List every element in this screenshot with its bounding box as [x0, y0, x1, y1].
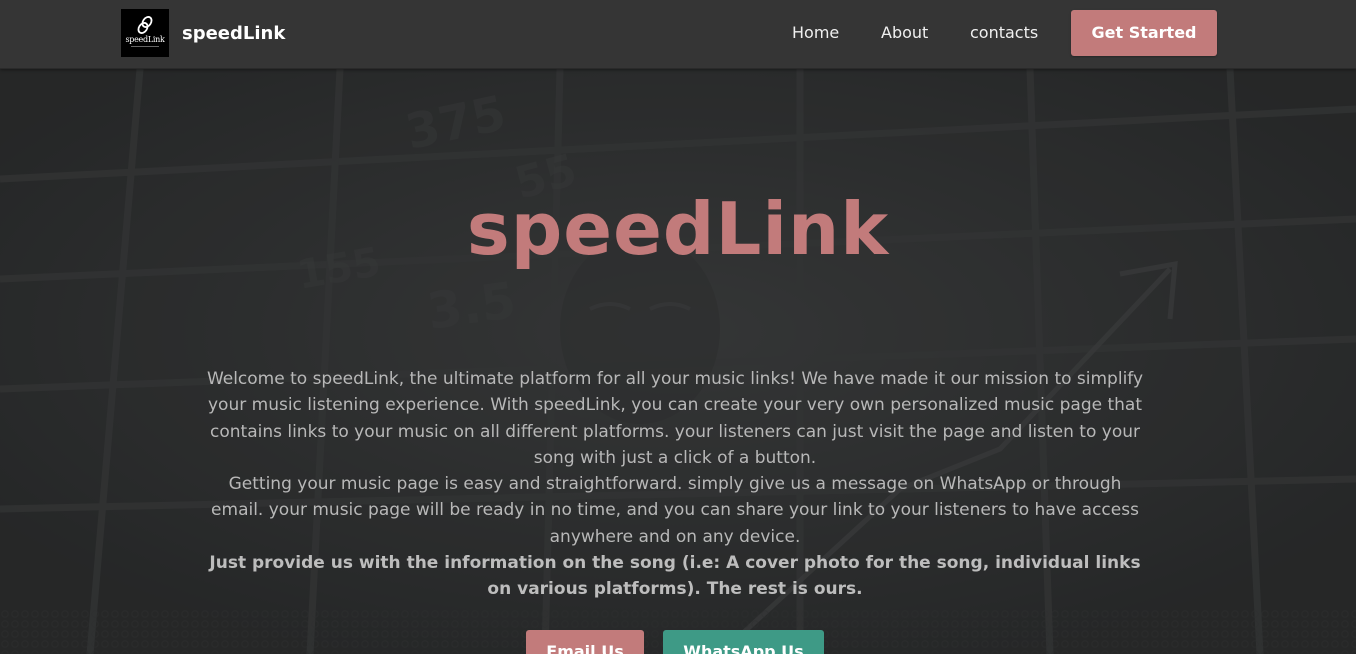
brand-logo: speedLink	[121, 9, 169, 57]
link-icon	[137, 16, 153, 34]
nav-link-about[interactable]: About	[881, 23, 928, 42]
email-us-button[interactable]: Email Us	[526, 630, 644, 654]
get-started-button[interactable]: Get Started	[1071, 10, 1217, 56]
hero-paragraph-requirements: Just provide us with the information on …	[209, 553, 1141, 600]
logo-underline	[131, 46, 159, 47]
brand-link[interactable]: speedLink speedLink	[121, 9, 285, 57]
nav-link-contacts[interactable]: contacts	[970, 23, 1038, 42]
whatsapp-us-button[interactable]: WhatsApp Us	[663, 630, 824, 654]
nav-link-home[interactable]: Home	[792, 23, 839, 42]
hero-paragraph-getting-started: Getting your music page is easy and stra…	[211, 474, 1139, 547]
logo-text: speedLink	[125, 35, 165, 44]
brand-name: speedLink	[182, 22, 286, 44]
hero-title: speedLink	[466, 187, 890, 271]
hero-description: Welcome to speedLink, the ultimate platf…	[200, 366, 1150, 603]
hero-section: 375 155 3.5 55 speedLink Welcome to spee…	[0, 69, 1356, 654]
navbar: speedLink speedLink Home About contacts …	[0, 0, 1356, 69]
hero-paragraph-welcome: Welcome to speedLink, the ultimate platf…	[206, 369, 1144, 468]
